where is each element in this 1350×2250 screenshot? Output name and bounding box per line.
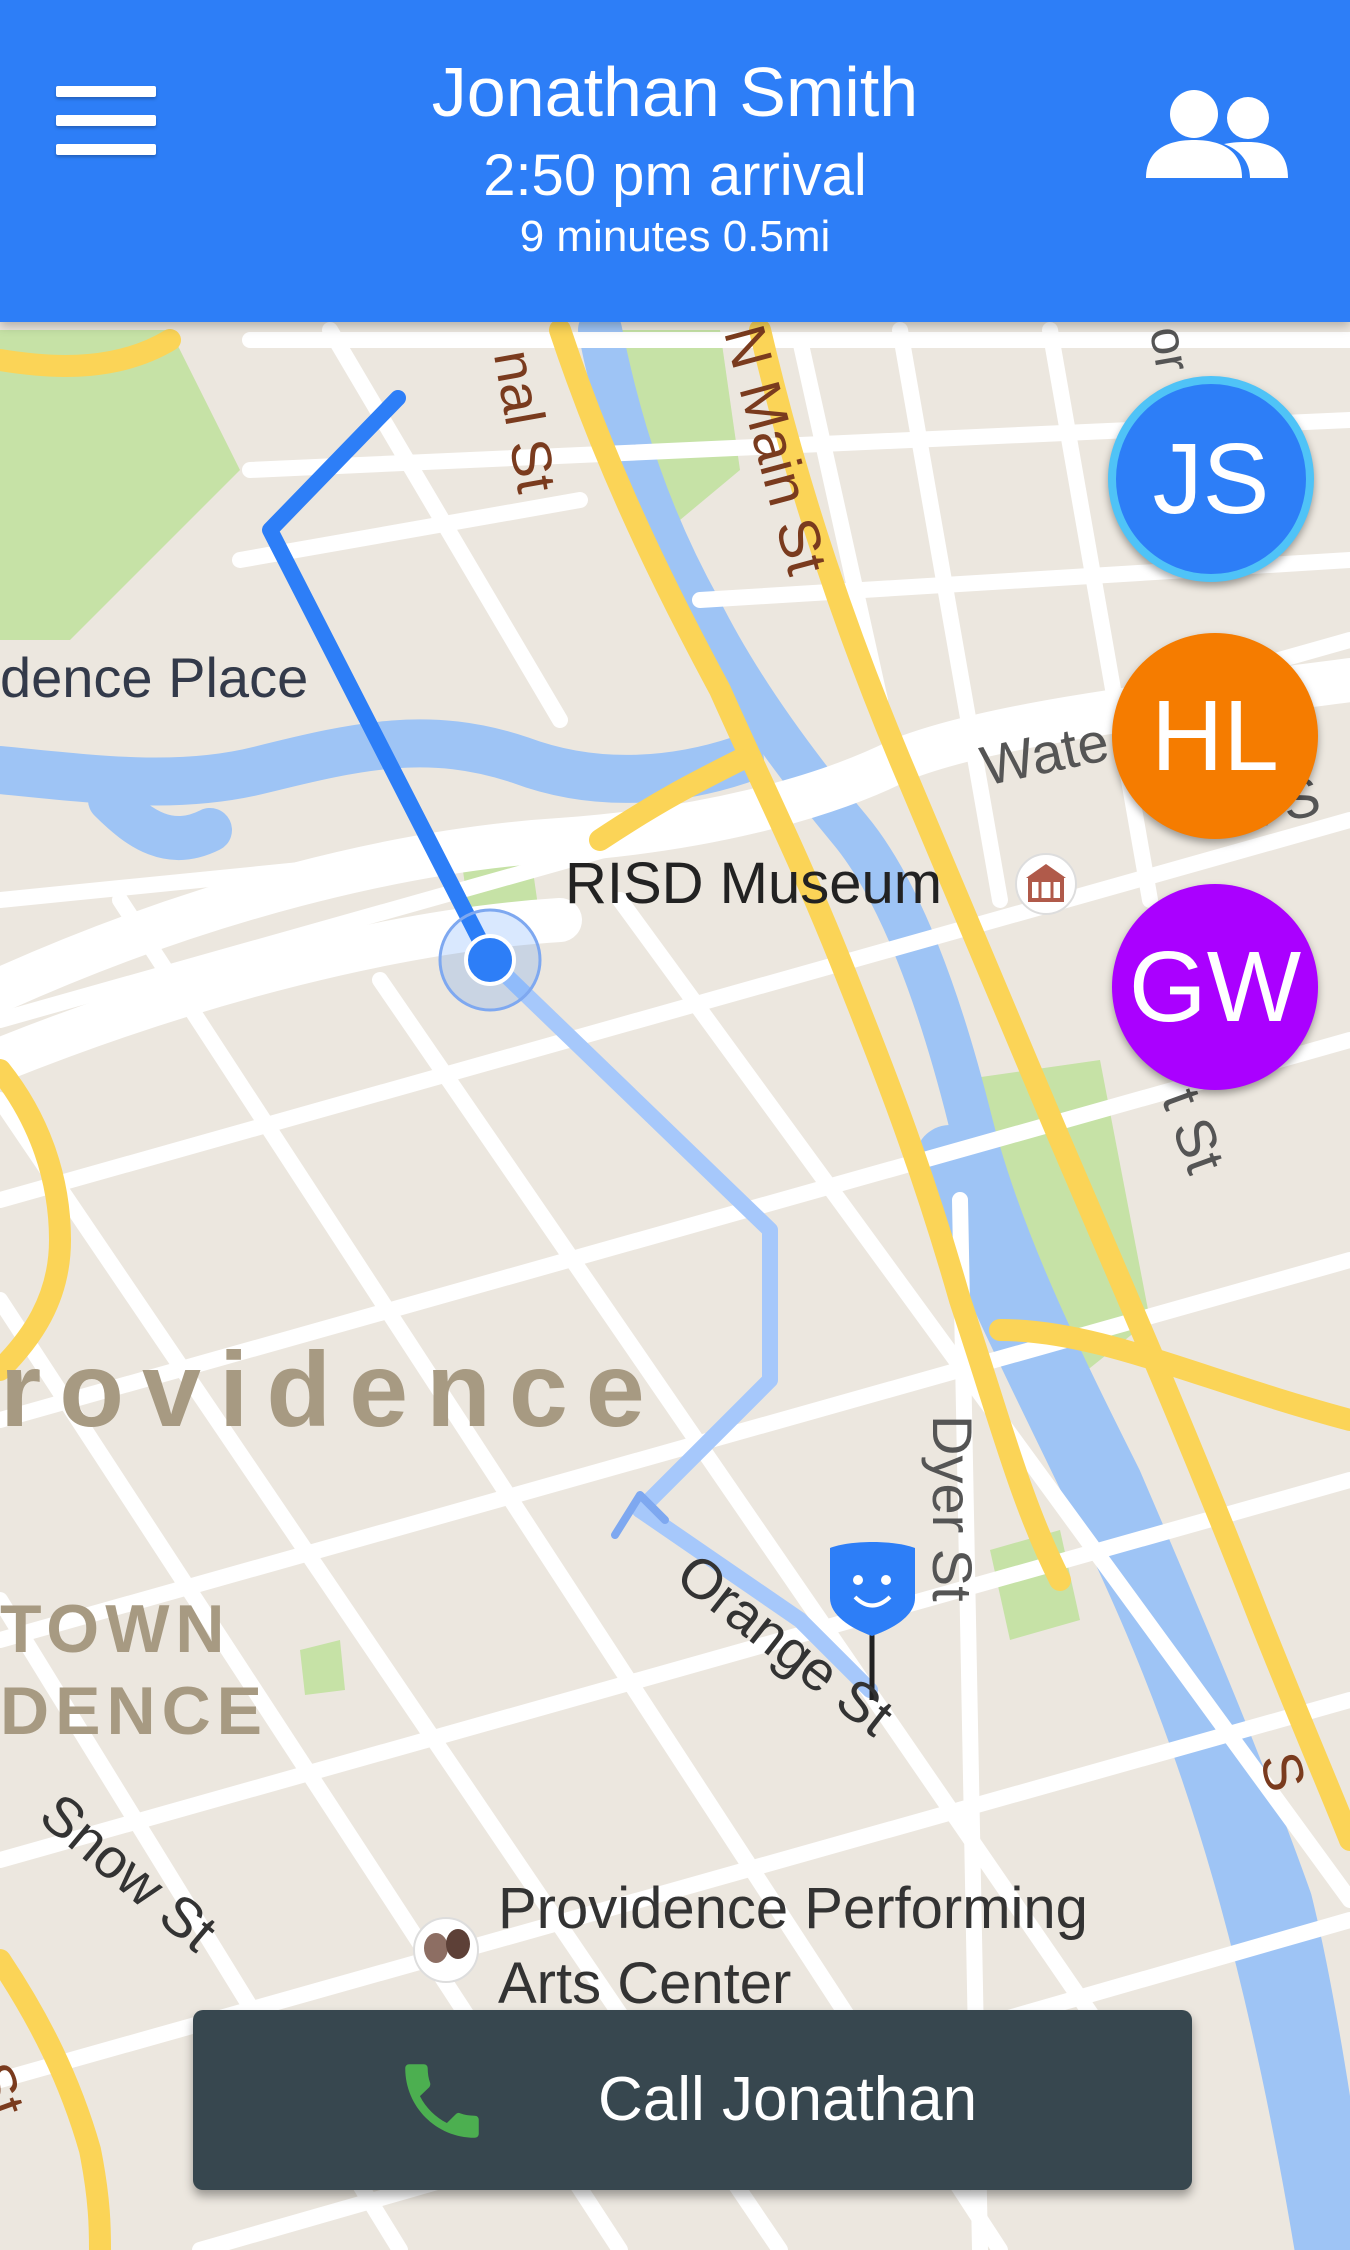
map-label-providence-place: dence Place (0, 646, 309, 709)
contact-avatar-gw[interactable]: GW (1112, 884, 1318, 1090)
map-label-downtown-2: DENCE (0, 1673, 269, 1749)
contact-avatar-hl[interactable]: HL (1112, 633, 1318, 839)
contact-avatar-js[interactable]: JS (1108, 376, 1314, 582)
map-label-risd-museum: RISD Museum (565, 851, 943, 916)
top-bar: Jonathan Smith 2:50 pm arrival 9 minutes… (0, 0, 1350, 322)
museum-icon (1015, 853, 1077, 915)
call-button[interactable]: Call Jonathan (193, 2010, 1192, 2190)
map-label-downtown-1: TOWN (0, 1591, 231, 1667)
phone-icon (393, 2052, 491, 2150)
map-label-ppac-line2: Arts Center (498, 1951, 792, 2016)
call-button-label: Call Jonathan (598, 2065, 978, 2134)
map-label-ppac-line1: Providence Performing (498, 1876, 1088, 1941)
map-label-dyer-st: Dyer St (921, 1415, 984, 1602)
theater-masks-icon (413, 1917, 479, 1983)
current-location (438, 908, 542, 1012)
map-label-providence: rovidence (0, 1331, 663, 1449)
people-icon[interactable] (1142, 86, 1292, 186)
eta-distance: 9 minutes 0.5mi (519, 212, 831, 261)
